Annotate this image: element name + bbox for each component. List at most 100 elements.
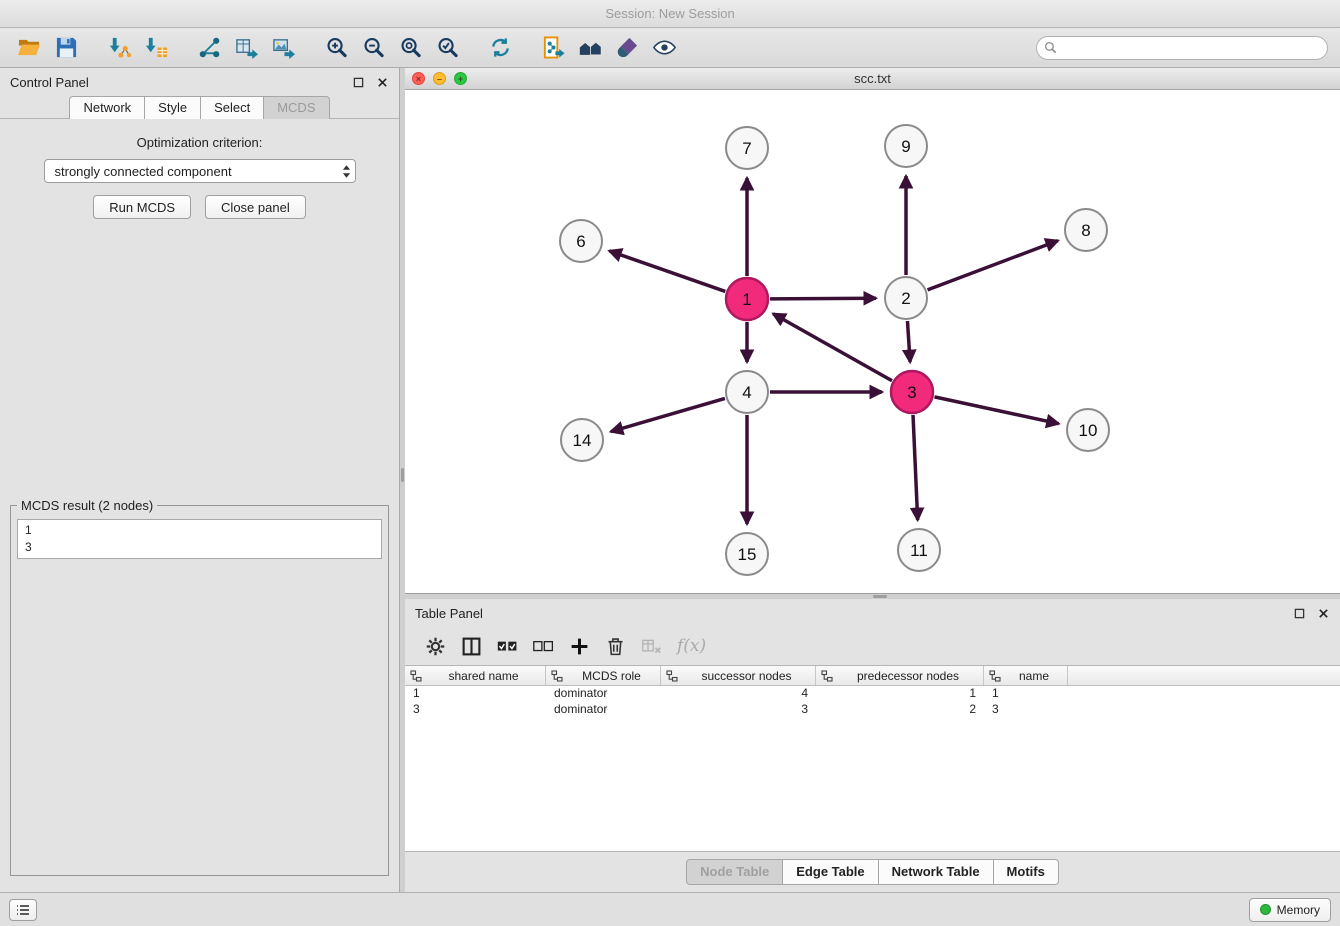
sort-icon (666, 670, 678, 682)
table-cell: 1 (816, 686, 984, 702)
node-label-2: 2 (901, 289, 910, 308)
zoom-fit-icon[interactable] (393, 33, 427, 63)
table-panel-title: Table Panel (415, 606, 1282, 621)
node-label-4: 4 (742, 383, 751, 402)
table-cell: 1 (984, 686, 1068, 702)
column-header-successor-nodes[interactable]: successor nodes (661, 666, 816, 685)
edge-4-14[interactable] (611, 398, 725, 431)
tab-node-table[interactable]: Node Table (686, 859, 783, 885)
column-header-shared-name[interactable]: shared name (405, 666, 546, 685)
minimize-window-icon[interactable]: – (433, 72, 446, 85)
open-network-document-icon[interactable] (536, 33, 570, 63)
edge-3-1[interactable] (773, 314, 892, 381)
edge-2-3[interactable] (907, 321, 910, 362)
edge-3-11[interactable] (913, 415, 918, 520)
import-table-icon[interactable] (139, 33, 173, 63)
sort-icon (410, 670, 422, 682)
edge-1-2[interactable] (770, 298, 876, 299)
node-label-1: 1 (742, 290, 751, 309)
column-header-predecessor-nodes[interactable]: predecessor nodes (816, 666, 984, 685)
optimization-criterion-label: Optimization criterion: (0, 135, 399, 150)
float-table-panel-icon[interactable] (1292, 606, 1306, 620)
column-header-name[interactable]: name (984, 666, 1068, 685)
memory-status-icon (1260, 904, 1271, 915)
tab-select[interactable]: Select (201, 96, 264, 119)
export-table-icon[interactable] (229, 33, 263, 63)
zoom-selected-icon[interactable] (430, 33, 464, 63)
zoom-window-icon[interactable]: + (454, 72, 467, 85)
delete-table-icon[interactable] (641, 636, 662, 657)
show-hide-eye-icon[interactable] (647, 33, 681, 63)
function-builder-icon[interactable]: f(x) (677, 636, 706, 656)
network-window: scc.txt ×–+ 7968123414101511 (405, 68, 1340, 594)
tab-motifs[interactable]: Motifs (994, 859, 1059, 885)
table-cell: dominator (546, 686, 661, 702)
mcds-result-list[interactable]: 13 (17, 519, 382, 559)
node-label-6: 6 (576, 232, 585, 251)
close-panel-icon[interactable] (375, 75, 389, 89)
panel-splitter-horizontal[interactable] (405, 594, 1340, 599)
table-cell: 3 (405, 702, 546, 718)
tab-style[interactable]: Style (145, 96, 201, 119)
control-panel-title: Control Panel (10, 75, 341, 90)
node-label-7: 7 (742, 139, 751, 158)
save-session-icon[interactable] (49, 33, 83, 63)
criterion-select[interactable]: strongly connected component (44, 159, 356, 183)
tab-edge-table[interactable]: Edge Table (783, 859, 878, 885)
network-canvas[interactable]: 7968123414101511 (405, 90, 1340, 593)
criterion-selected-value: strongly connected component (55, 164, 342, 179)
edge-2-8[interactable] (928, 241, 1058, 290)
traffic-lights: ×–+ (412, 72, 467, 85)
import-network-icon[interactable] (102, 33, 136, 63)
zoom-in-icon[interactable] (319, 33, 353, 63)
zoom-out-icon[interactable] (356, 33, 390, 63)
table-toolbar: f(x) (405, 627, 1340, 665)
task-history-button[interactable] (9, 899, 37, 921)
search-input[interactable] (1062, 41, 1320, 55)
table-cell: 3 (661, 702, 816, 718)
search-icon (1044, 41, 1057, 54)
window-title: Session: New Session (605, 6, 734, 21)
deselect-all-rows-icon[interactable] (533, 636, 554, 657)
export-image-icon[interactable] (266, 33, 300, 63)
node-label-9: 9 (901, 137, 910, 156)
close-panel-button[interactable]: Close panel (205, 195, 306, 219)
column-visibility-icon[interactable] (461, 636, 482, 657)
node-table: shared nameMCDS rolesuccessor nodesprede… (405, 665, 1340, 852)
new-network-icon[interactable] (192, 33, 226, 63)
memory-button[interactable]: Memory (1249, 898, 1331, 922)
tab-network-table[interactable]: Network Table (879, 859, 994, 885)
mcds-result-box: MCDS result (2 nodes) 13 (10, 498, 389, 876)
home-icon[interactable] (573, 33, 607, 63)
close-table-panel-icon[interactable] (1316, 606, 1330, 620)
table-body: 1dominator4113dominator323 (405, 686, 1340, 851)
edge-3-10[interactable] (934, 397, 1058, 424)
main-area: Control Panel NetworkStyleSelectMCDS Opt… (0, 68, 1340, 892)
window-titlebar: Session: New Session (0, 0, 1340, 28)
network-graph[interactable]: 7968123414101511 (405, 90, 1340, 594)
edge-1-6[interactable] (609, 251, 725, 292)
result-line: 1 (25, 522, 374, 539)
open-folder-icon[interactable] (12, 33, 46, 63)
apply-style-icon[interactable] (610, 33, 644, 63)
table-row[interactable]: 3dominator323 (405, 702, 1340, 718)
tab-mcds[interactable]: MCDS (264, 96, 329, 119)
list-icon (16, 904, 30, 916)
main-toolbar (0, 28, 1340, 68)
column-header-mcds-role[interactable]: MCDS role (546, 666, 661, 685)
status-bar: Memory (0, 892, 1340, 926)
table-cell: 3 (984, 702, 1068, 718)
add-row-icon[interactable] (569, 636, 590, 657)
refresh-layout-icon[interactable] (483, 33, 517, 63)
sort-icon (821, 670, 833, 682)
mcds-panel: Optimization criterion: strongly connect… (0, 119, 399, 892)
search-field[interactable] (1036, 36, 1328, 60)
table-row[interactable]: 1dominator411 (405, 686, 1340, 702)
close-window-icon[interactable]: × (412, 72, 425, 85)
delete-row-icon[interactable] (605, 636, 626, 657)
select-all-rows-icon[interactable] (497, 636, 518, 657)
table-settings-gear-icon[interactable] (425, 636, 446, 657)
tab-network[interactable]: Network (69, 96, 145, 119)
float-panel-icon[interactable] (351, 75, 365, 89)
run-mcds-button[interactable]: Run MCDS (93, 195, 191, 219)
